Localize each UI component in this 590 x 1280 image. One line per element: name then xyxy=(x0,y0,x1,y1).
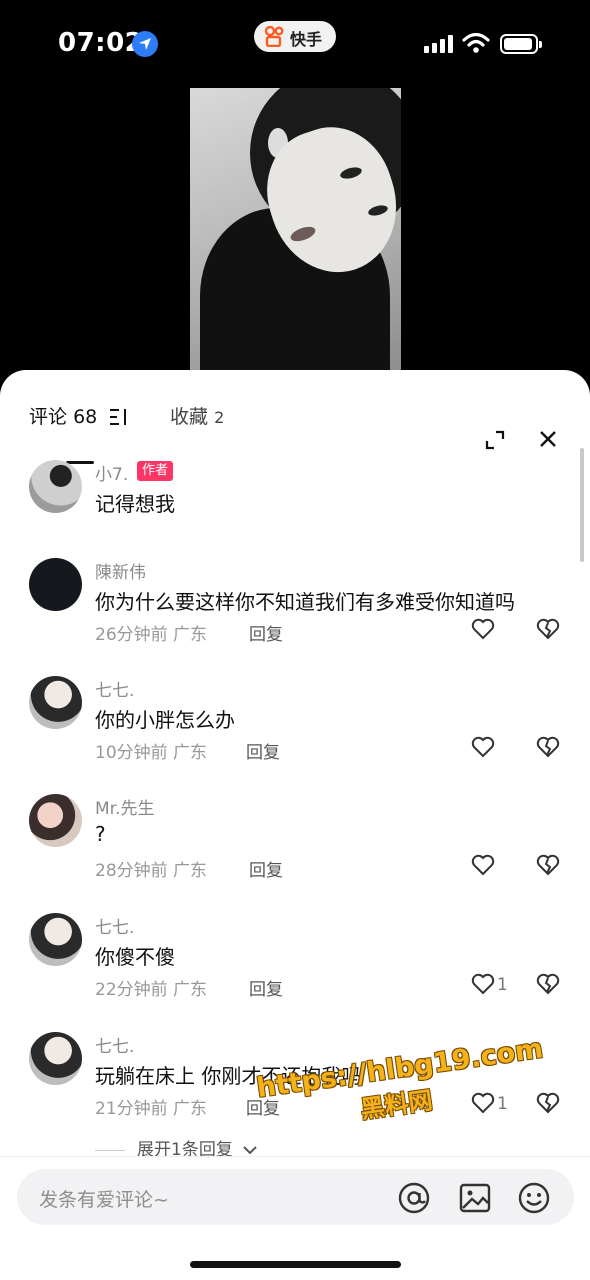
comment-meta: 22分钟前 广东 xyxy=(95,980,208,1000)
avatar[interactable] xyxy=(29,460,82,513)
comment-input[interactable]: 发条有爱评论~ xyxy=(17,1169,574,1225)
tab-comments-count: 68 xyxy=(73,406,98,428)
emoji-icon[interactable] xyxy=(517,1181,551,1215)
comment-username[interactable]: 七七. xyxy=(95,1032,134,1057)
avatar[interactable] xyxy=(29,558,82,611)
reply-button[interactable]: 回复 xyxy=(249,975,283,1000)
comment-username[interactable]: 七七. xyxy=(95,676,134,701)
comment-item[interactable]: Mr.先生 ? 28分钟前 广东 回复 xyxy=(0,794,590,904)
status-bar: 07:02 快手 xyxy=(0,0,590,86)
kuaishou-logo-icon xyxy=(264,26,284,47)
battery-icon xyxy=(500,34,542,54)
comment-username[interactable]: Mr.先生 xyxy=(95,794,155,819)
reply-button[interactable]: 回复 xyxy=(246,738,280,763)
comment-text: 记得想我 xyxy=(95,492,175,516)
comment-text: 你的小胖怎么办 xyxy=(95,708,235,732)
dislike-icon[interactable] xyxy=(536,854,560,876)
comment-item[interactable]: 小7. 作者 记得想我 xyxy=(0,460,590,570)
author-badge: 作者 xyxy=(137,461,174,481)
comment-meta: 21分钟前 广东 xyxy=(95,1099,208,1119)
app-label: 快手 xyxy=(290,30,323,49)
wifi-icon xyxy=(462,32,490,53)
comment-text: 你傻不傻 xyxy=(95,945,175,969)
signal-icon xyxy=(424,35,454,53)
reply-button[interactable]: 回复 xyxy=(249,620,283,645)
location-icon xyxy=(132,31,158,57)
comment-text: 你为什么要这样你不知道我们有多难受你知道吗 xyxy=(95,590,515,614)
video-preview[interactable] xyxy=(190,88,401,388)
chevron-down-icon xyxy=(243,1146,257,1155)
comment-meta: 28分钟前 广东 xyxy=(95,861,208,881)
avatar[interactable] xyxy=(29,676,82,729)
expand-icon[interactable] xyxy=(484,429,506,451)
heart-icon[interactable] xyxy=(471,618,495,640)
reply-button[interactable]: 回复 xyxy=(249,856,283,881)
heart-icon[interactable] xyxy=(471,973,495,995)
heart-icon[interactable] xyxy=(471,736,495,758)
dislike-icon[interactable] xyxy=(536,973,560,995)
like-count: 1 xyxy=(497,975,508,995)
comment-username[interactable]: 七七. xyxy=(95,913,134,938)
comment-text: ? xyxy=(95,822,106,846)
comment-username[interactable]: 陳新伟 xyxy=(95,558,146,583)
comment-item[interactable]: 七七. 你的小胖怎么办 10分钟前 广东 回复 xyxy=(0,676,590,786)
status-time: 07:02 xyxy=(58,28,144,58)
comment-input-bar: 发条有爱评论~ xyxy=(0,1156,590,1280)
image-icon[interactable] xyxy=(458,1181,492,1215)
app-indicator-pill[interactable]: 快手 xyxy=(254,21,336,52)
comment-item[interactable]: 七七. 你傻不傻 22分钟前 广东 回复 1 xyxy=(0,913,590,1023)
comment-username[interactable]: 小7. xyxy=(95,460,128,485)
tab-favorites[interactable]: 收藏 2 xyxy=(170,402,224,429)
comment-meta: 10分钟前 广东 xyxy=(95,743,208,763)
comment-item[interactable]: 陳新伟 你为什么要这样你不知道我们有多难受你知道吗 26分钟前 广东 回复 xyxy=(0,558,590,668)
comment-meta: 26分钟前 广东 xyxy=(95,625,208,645)
comment-sheet: 评论 68 收藏 2 小7. 作者 记得想我 陳新伟 你为什么要这样你不知道我们… xyxy=(0,370,590,1280)
home-indicator[interactable] xyxy=(190,1261,401,1268)
avatar[interactable] xyxy=(29,913,82,966)
tab-comments[interactable]: 评论 68 xyxy=(29,402,97,429)
divider xyxy=(95,1149,125,1151)
at-icon[interactable] xyxy=(397,1181,431,1215)
heart-icon[interactable] xyxy=(471,854,495,876)
tab-comments-label: 评论 xyxy=(29,406,68,428)
tab-favorites-count: 2 xyxy=(214,408,225,427)
sort-icon[interactable] xyxy=(108,407,130,427)
dislike-icon[interactable] xyxy=(536,736,560,758)
avatar[interactable] xyxy=(29,1032,82,1085)
close-icon[interactable] xyxy=(538,429,558,449)
comment-input-placeholder: 发条有爱评论~ xyxy=(39,1189,169,1211)
tab-bar: 评论 68 收藏 2 xyxy=(0,398,590,464)
tab-favorites-label: 收藏 xyxy=(170,406,209,428)
dislike-icon[interactable] xyxy=(536,618,560,640)
avatar[interactable] xyxy=(29,794,82,847)
